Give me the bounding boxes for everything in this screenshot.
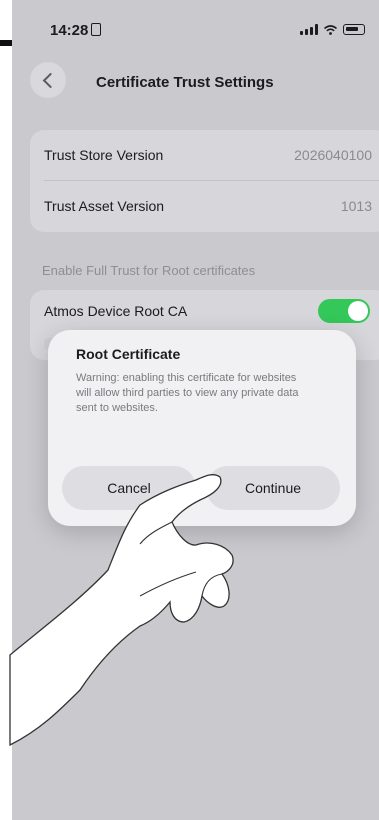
page-title: Certificate Trust Settings (96, 74, 274, 91)
cancel-button[interactable]: Cancel (62, 466, 196, 510)
status-bar: 14:28 (12, 0, 379, 64)
trust-store-version-row: Trust Store Version 2026040100 (44, 130, 372, 180)
trust-store-version-value: 2026040100 (294, 147, 372, 163)
calendar-icon (91, 23, 102, 36)
phone-screen: 14:28 Certificate Trust Settings Trust S… (12, 0, 379, 820)
section-header: Enable Full Trust for Root certificates (42, 263, 256, 278)
wifi-icon (324, 24, 337, 35)
signal-icon (300, 24, 318, 35)
clock-text: 14:28 (50, 22, 89, 39)
back-button[interactable] (30, 62, 66, 98)
trust-asset-version-value: 1013 (340, 198, 372, 214)
navigation-bar: Certificate Trust Settings (12, 60, 379, 104)
trust-store-version-label: Trust Store Version (44, 147, 164, 163)
version-card: Trust Store Version 2026040100 Trust Ass… (30, 130, 379, 232)
alert-message: Warning: enabling this certificate for w… (76, 372, 299, 414)
battery-icon (343, 24, 365, 35)
trust-asset-version-row: Trust Asset Version 1013 (44, 181, 372, 231)
alert-title: Root Certificate (76, 346, 181, 362)
chevron-left-icon (42, 72, 58, 88)
trust-asset-version-label: Trust Asset Version (44, 198, 165, 214)
certificate-name: Atmos Device Root CA (44, 303, 188, 319)
full-trust-toggle[interactable] (318, 299, 370, 323)
status-time: 14:28 (50, 22, 102, 39)
toggle-knob (348, 301, 368, 321)
root-certificate-alert: Root Certificate Warning: enabling this … (48, 330, 356, 526)
status-icons (300, 24, 365, 35)
continue-button[interactable]: Continue (206, 466, 340, 510)
